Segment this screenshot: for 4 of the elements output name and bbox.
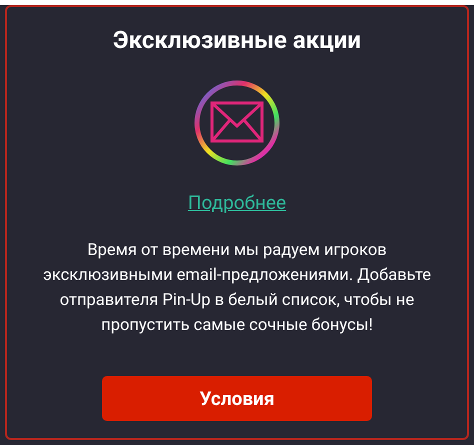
more-link[interactable]: Подробнее <box>188 191 286 214</box>
card-title: Эксклюзивные акции <box>113 25 361 55</box>
terms-button[interactable]: Условия <box>102 376 372 421</box>
description-text: Время от времени мы радуем игроков эксклюзивными email-предложениями. Добавьте отправителя Pin-Up в белый список, чтобы не пропустить самые сочные бонусы! <box>42 240 432 337</box>
